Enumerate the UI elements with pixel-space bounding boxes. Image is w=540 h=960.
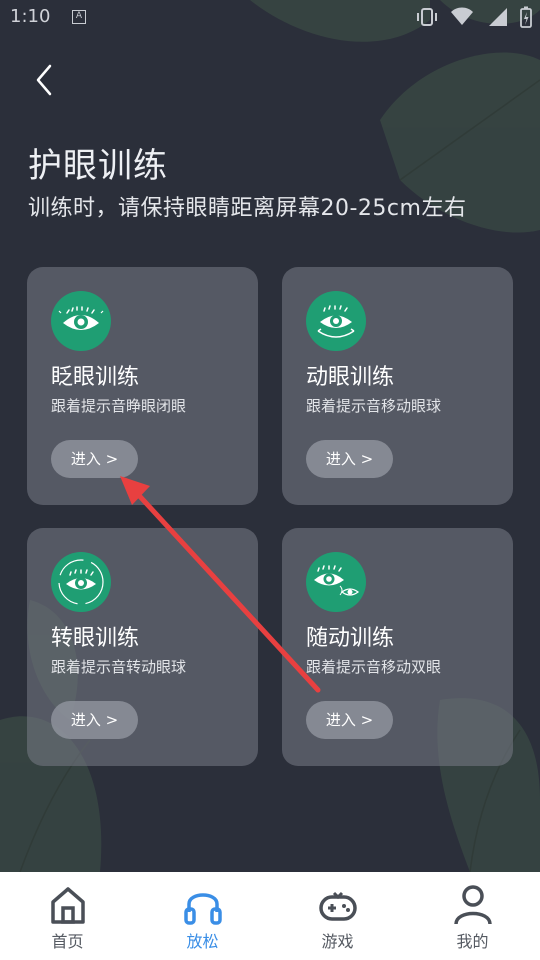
- person-icon: [453, 885, 492, 925]
- status-icons: [416, 6, 532, 28]
- vibrate-icon: [417, 8, 437, 26]
- enter-button[interactable]: 进入 >: [51, 440, 138, 478]
- notification-icon: A: [72, 10, 86, 24]
- nav-item-relax[interactable]: 放松: [135, 872, 270, 960]
- card-title: 动眼训练: [306, 365, 395, 390]
- nav-label: 我的: [456, 932, 489, 951]
- wifi-icon: [451, 7, 473, 25]
- nav-item-games[interactable]: 游戏: [270, 872, 405, 960]
- enter-button[interactable]: 进入 >: [306, 701, 393, 739]
- enter-button[interactable]: 进入 >: [51, 701, 138, 739]
- card-description: 跟着提示音移动双眼: [306, 658, 442, 676]
- signal-icon: [489, 8, 507, 26]
- page-title: 护眼训练: [28, 146, 168, 186]
- status-time: 1:10: [10, 6, 51, 27]
- rotate-eye-icon: [51, 552, 111, 612]
- card-title: 转眼训练: [51, 626, 140, 651]
- card-title: 眨眼训练: [51, 365, 140, 390]
- card-description: 跟着提示音睁眼闭眼: [51, 397, 187, 415]
- battery-icon: [520, 6, 532, 28]
- nav-item-me[interactable]: 我的: [405, 872, 540, 960]
- card-title: 随动训练: [306, 626, 395, 651]
- home-icon: [50, 887, 85, 924]
- bottom-navigation: 首页 放松 游戏 我的: [0, 872, 540, 960]
- card-follow-training: 随动训练 跟着提示音移动双眼 进入 >: [282, 528, 513, 766]
- nav-item-home[interactable]: 首页: [0, 872, 135, 960]
- gamepad-icon: [318, 891, 357, 921]
- nav-label: 首页: [51, 932, 84, 951]
- card-blink-training: 眨眼训练 跟着提示音睁眼闭眼 进入 >: [27, 267, 258, 505]
- blink-eye-icon: [51, 291, 111, 351]
- nav-label: 游戏: [321, 932, 354, 951]
- status-bar: 1:10 A: [0, 0, 540, 36]
- card-eye-movement-training: 动眼训练 跟着提示音移动眼球 进入 >: [282, 267, 513, 505]
- chevron-left-icon: [36, 64, 52, 96]
- back-button[interactable]: [28, 62, 62, 98]
- card-description: 跟着提示音移动眼球: [306, 397, 442, 415]
- headphones-icon: [183, 893, 222, 925]
- page-subtitle: 训练时，请保持眼睛距离屏幕20-25cm左右: [28, 196, 467, 221]
- card-description: 跟着提示音转动眼球: [51, 658, 187, 676]
- move-eye-icon: [306, 291, 366, 351]
- card-eye-rotation-training: 转眼训练 跟着提示音转动眼球 进入 >: [27, 528, 258, 766]
- nav-label: 放松: [186, 932, 219, 951]
- enter-button[interactable]: 进入 >: [306, 440, 393, 478]
- follow-eye-icon: [306, 552, 366, 612]
